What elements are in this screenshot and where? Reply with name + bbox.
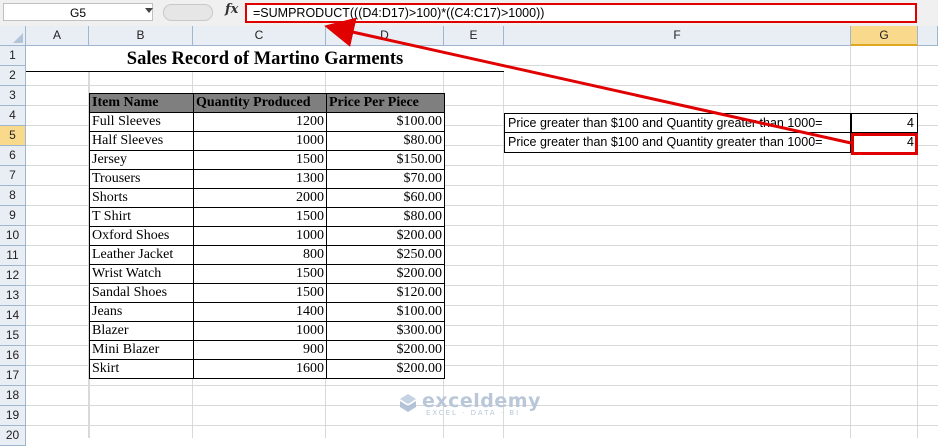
exceldemy-watermark: exceldemy EXCEL · DATA · BI	[398, 390, 541, 417]
annotation-arrow	[324, 17, 852, 145]
exceldemy-logo-icon	[400, 393, 416, 412]
